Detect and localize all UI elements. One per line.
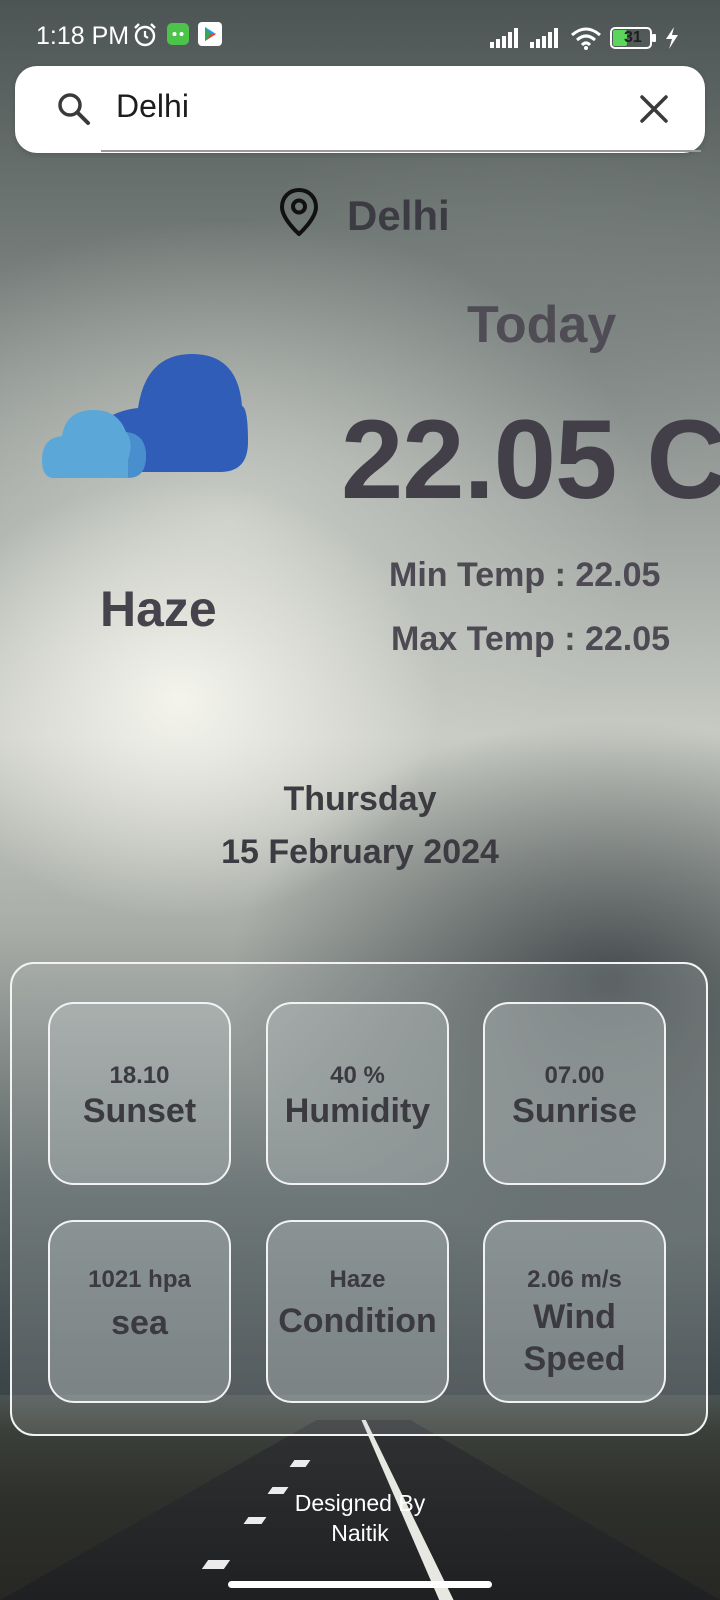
search-bar[interactable]: Delhi <box>15 66 705 153</box>
min-temperature: Min Temp : 22.05 <box>389 556 661 594</box>
status-bar: 1:18 PM 31 <box>0 0 720 76</box>
detail-value: 18.10 <box>109 1062 170 1089</box>
detail-label: Sunrise <box>512 1092 637 1130</box>
detail-card-sunset: 18.10 Sunset <box>48 1002 231 1185</box>
detail-card-humidity: 40 % Humidity <box>266 1002 449 1185</box>
detail-label: sea <box>111 1304 168 1342</box>
location-pin-icon <box>279 187 319 241</box>
wifi-icon <box>570 26 602 55</box>
max-temperature: Max Temp : 22.05 <box>391 620 671 658</box>
battery-level: 31 <box>624 29 642 46</box>
current-temperature: 22.05 C <box>341 397 720 522</box>
footer-credit: Designed By Naitik <box>0 1488 720 1548</box>
details-panel: 18.10 Sunset 40 % Humidity 07.00 Sunrise… <box>10 962 708 1436</box>
detail-label: Wind Speed <box>523 1298 626 1378</box>
search-input[interactable]: Delhi <box>116 88 189 125</box>
detail-value: 07.00 <box>544 1062 605 1089</box>
alarm-icon <box>132 22 158 53</box>
play-store-icon <box>198 22 222 51</box>
location-header: Delhi <box>0 187 720 248</box>
detail-label: Condition <box>278 1302 437 1340</box>
detail-card-wind-speed: 2.06 m/s Wind Speed <box>483 1220 666 1403</box>
full-date: 15 February 2024 <box>221 833 499 871</box>
status-time: 1:18 PM <box>36 22 130 50</box>
detail-label: Humidity <box>284 1092 431 1130</box>
charging-icon <box>664 26 680 55</box>
city-name: Delhi <box>347 192 450 239</box>
home-indicator[interactable] <box>228 1581 492 1588</box>
today-label: Today <box>467 296 617 354</box>
close-icon[interactable] <box>639 94 669 129</box>
detail-value: Haze <box>329 1266 386 1293</box>
signal-icon <box>490 28 522 53</box>
detail-card-sunrise: 07.00 Sunrise <box>483 1002 666 1185</box>
detail-value: 1021 hpa <box>88 1266 191 1293</box>
day-of-week: Thursday <box>283 780 437 818</box>
signal-icon <box>530 28 562 53</box>
footer-line: Designed By <box>294 1490 426 1516</box>
detail-value: 2.06 m/s <box>527 1266 622 1293</box>
detail-card-sea-pressure: 1021 hpa sea <box>48 1220 231 1403</box>
app-notification-icon <box>166 22 190 51</box>
search-icon[interactable] <box>55 90 93 133</box>
search-underline <box>101 150 701 152</box>
weather-condition: Haze <box>100 581 217 637</box>
cloud-icon <box>42 350 248 487</box>
detail-value: 40 % <box>330 1062 385 1089</box>
detail-label: Sunset <box>82 1092 197 1130</box>
detail-card-condition: Haze Condition <box>266 1220 449 1403</box>
footer-author: Naitik <box>331 1520 389 1546</box>
